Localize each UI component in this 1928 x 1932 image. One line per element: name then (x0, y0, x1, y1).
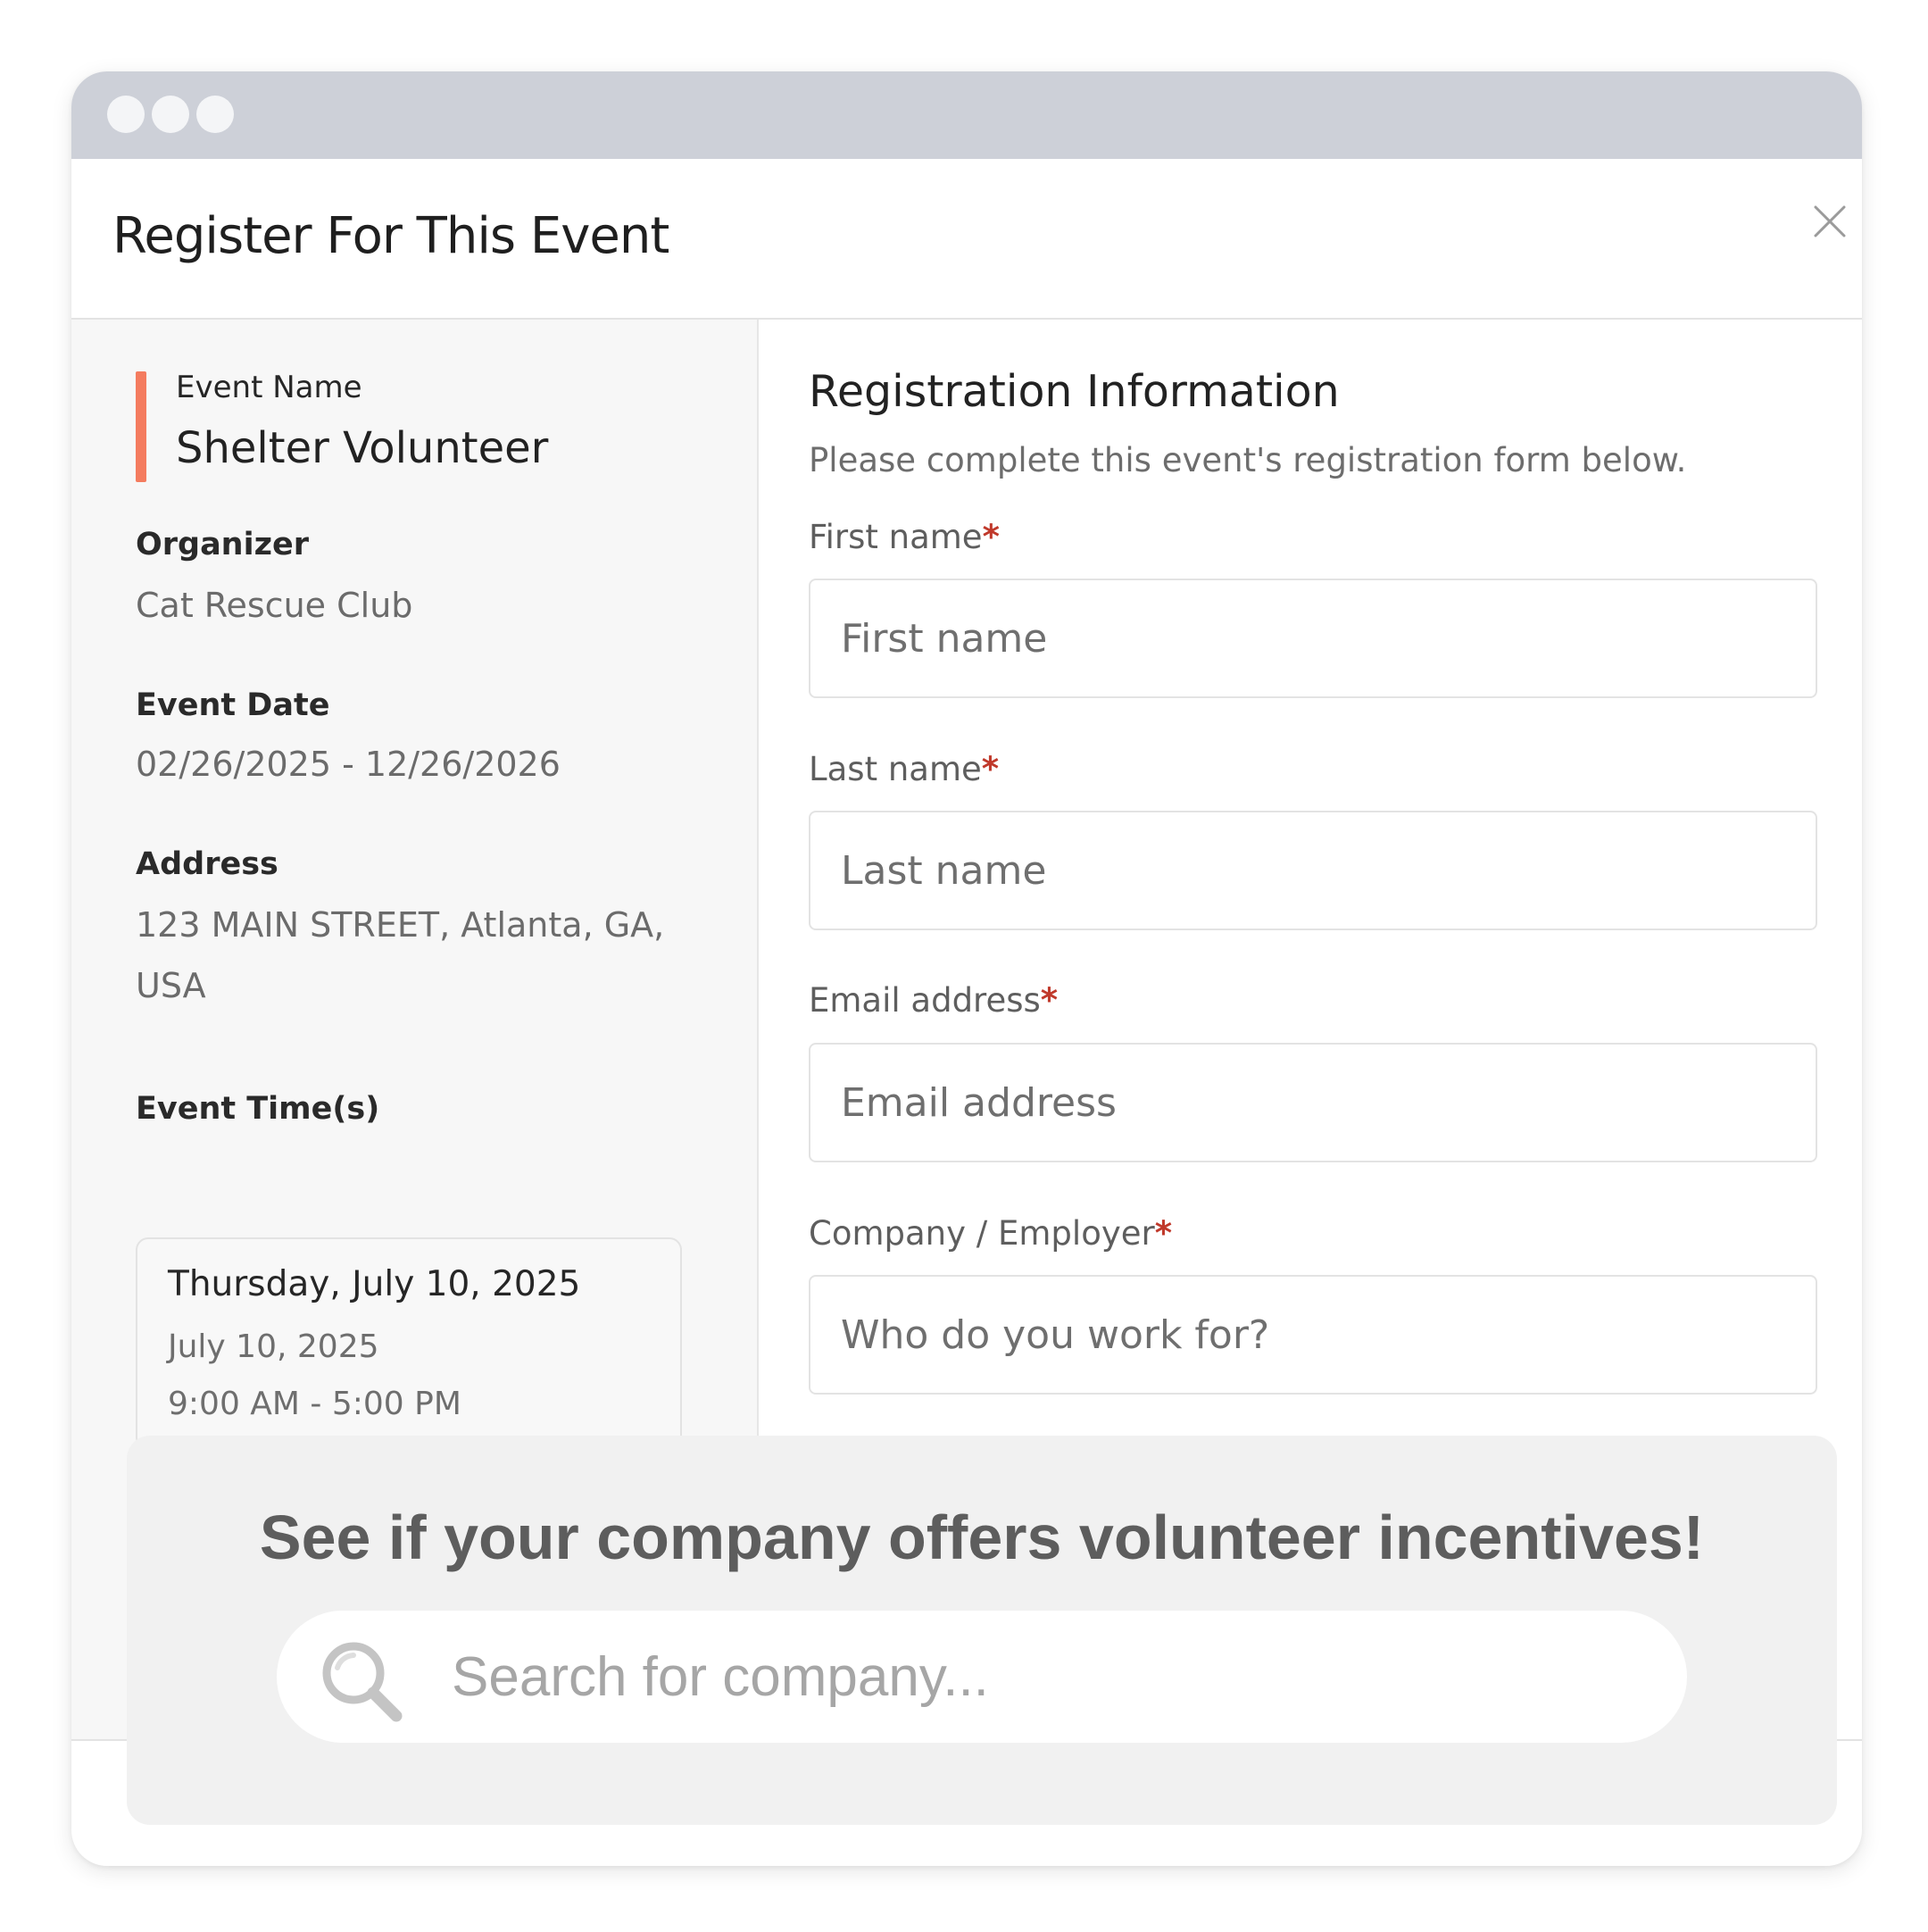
event-time-hours: 9:00 AM - 5:00 PM (168, 1386, 461, 1422)
window-dot-minimize[interactable] (152, 96, 189, 133)
address-line-2: USA (136, 966, 206, 1005)
event-date-value: 02/26/2025 - 12/26/2026 (136, 745, 561, 784)
event-times-label: Event Time(s) (136, 1091, 380, 1127)
window-dot-maximize[interactable] (196, 96, 234, 133)
event-name-accent-bar (136, 371, 146, 482)
event-date-label: Event Date (136, 687, 330, 723)
company-search-box[interactable] (277, 1611, 1687, 1743)
required-marker: * (982, 518, 1000, 556)
company-incentive-search-card: See if your company offers volunteer inc… (127, 1436, 1837, 1825)
event-time-date: July 10, 2025 (168, 1328, 379, 1365)
company-label-text: Company / Employer (809, 1214, 1155, 1253)
search-icon (318, 1637, 403, 1723)
window-titlebar (71, 71, 1862, 159)
dialog-title: Register For This Event (112, 207, 669, 265)
required-marker: * (1040, 981, 1059, 1020)
company-search-input[interactable] (452, 1611, 1648, 1743)
first-name-input[interactable] (809, 579, 1817, 698)
registration-description: Please complete this event's registratio… (809, 441, 1687, 479)
first-name-label: First name* (809, 518, 1000, 556)
last-name-label: Last name* (809, 750, 999, 788)
event-time-card: Thursday, July 10, 2025 July 10, 2025 9:… (136, 1237, 682, 1450)
required-marker: * (981, 750, 1000, 788)
first-name-label-text: First name (809, 518, 983, 556)
required-marker: * (1154, 1214, 1173, 1253)
registration-title: Registration Information (809, 366, 1340, 417)
company-label: Company / Employer* (809, 1214, 1172, 1253)
event-name: Shelter Volunteer (176, 423, 549, 473)
last-name-input[interactable] (809, 811, 1817, 930)
last-name-label-text: Last name (809, 750, 982, 788)
organizer-value: Cat Rescue Club (136, 586, 413, 625)
close-icon[interactable] (1812, 204, 1848, 239)
incentive-heading: See if your company offers volunteer inc… (259, 1503, 1705, 1572)
window-dot-close[interactable] (107, 96, 145, 133)
organizer-label: Organizer (136, 527, 309, 562)
event-time-day: Thursday, July 10, 2025 (168, 1264, 581, 1304)
email-label-text: Email address (809, 981, 1041, 1020)
event-name-label: Event Name (176, 370, 362, 405)
company-input[interactable] (809, 1275, 1817, 1395)
dialog-header: Register For This Event (71, 159, 1862, 320)
address-label: Address (136, 846, 278, 882)
email-label: Email address* (809, 981, 1058, 1020)
email-input[interactable] (809, 1043, 1817, 1162)
address-line-1: 123 MAIN STREET, Atlanta, GA, (136, 905, 665, 945)
